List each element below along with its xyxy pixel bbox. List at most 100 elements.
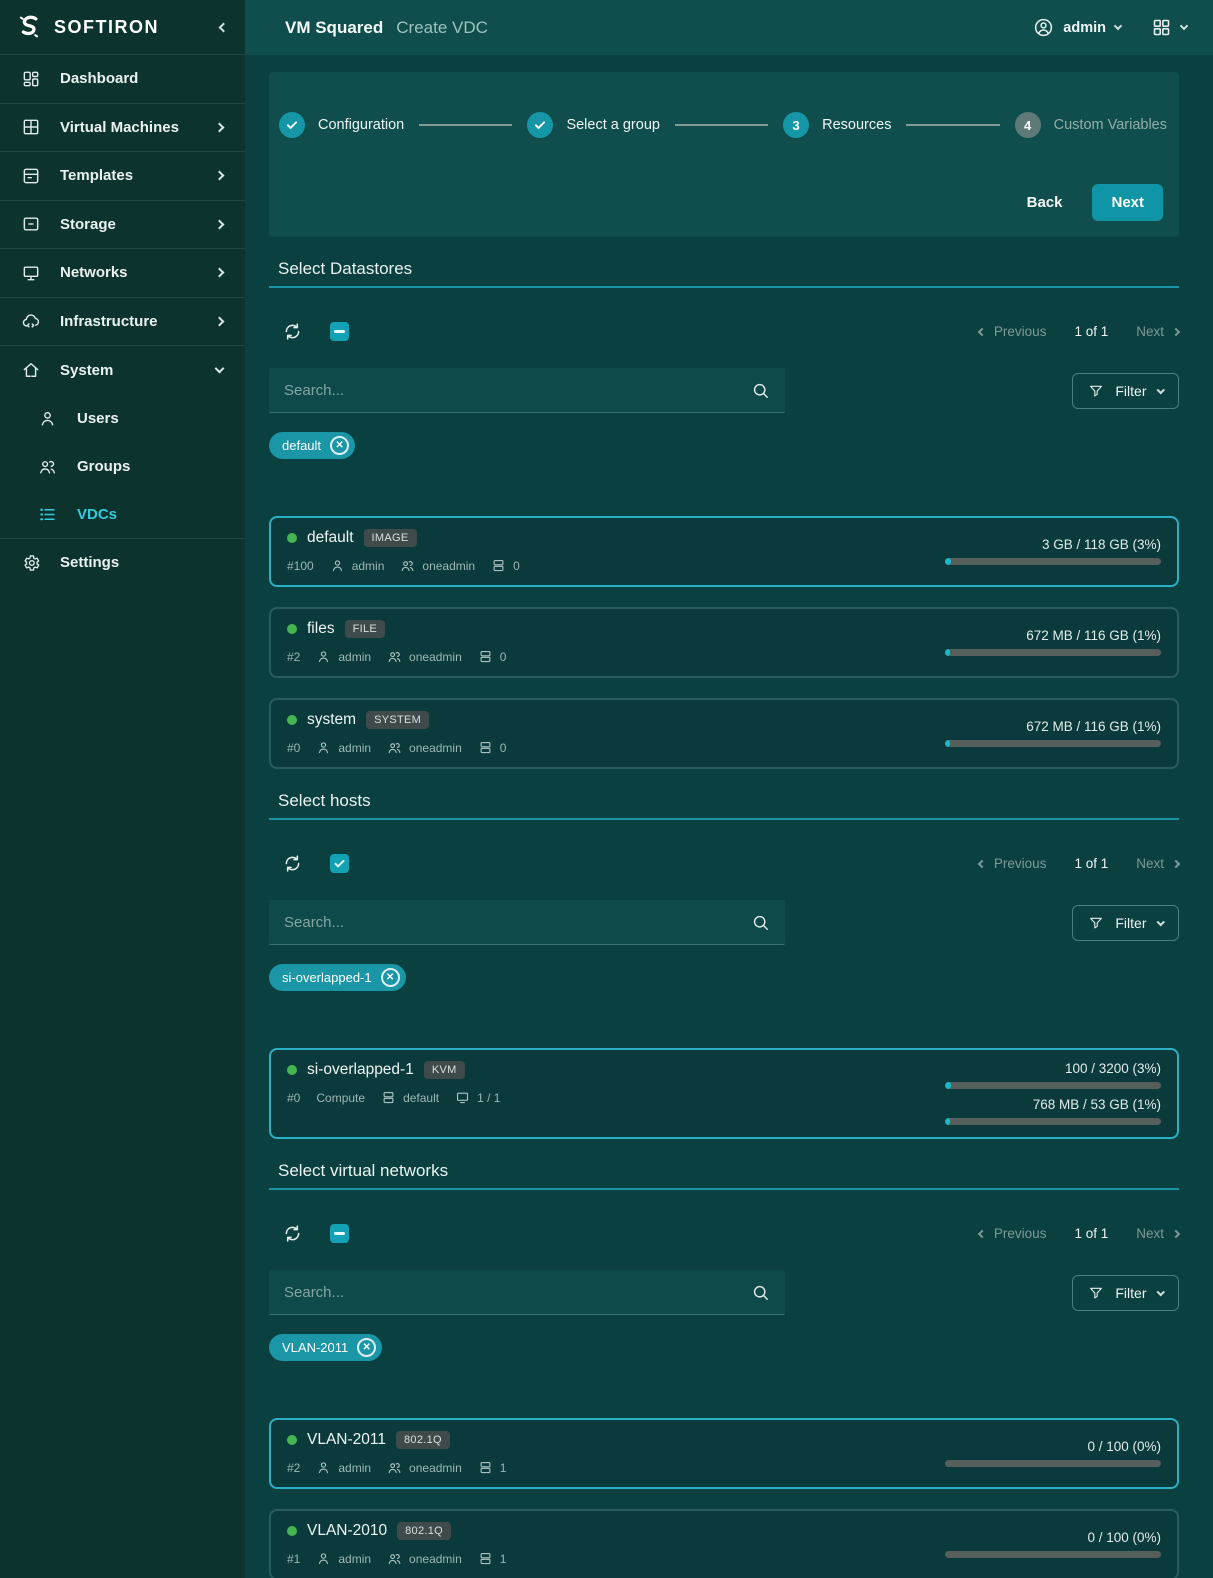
resource-row[interactable]: filesFILE#2adminoneadmin0672 MB / 116 GB… [269, 607, 1179, 678]
people-icon [387, 1551, 402, 1566]
system-icon [21, 360, 41, 380]
chip-close-icon[interactable]: ✕ [381, 968, 400, 987]
chevron-right-icon [1172, 327, 1180, 335]
next-button[interactable]: Next [1092, 184, 1163, 221]
row-meta: #2adminoneadmin1 [287, 1460, 506, 1475]
filter-button[interactable]: Filter [1072, 1275, 1179, 1311]
filter-icon [1088, 1285, 1104, 1301]
resource-row[interactable]: VLAN-2010802.1Q#1adminoneadmin10 / 100 (… [269, 1509, 1179, 1578]
type-badge: IMAGE [364, 529, 417, 547]
row-info: si-overlapped-1KVM#0Computedefault1 / 1 [287, 1061, 500, 1125]
refresh-icon [282, 321, 303, 342]
sidebar-item-infrastructure[interactable]: Infrastructure [0, 298, 245, 347]
select-all-checkbox[interactable] [330, 1224, 349, 1243]
meta-item: admin [316, 649, 371, 664]
meta-text: admin [352, 559, 385, 573]
usage-metric: 100 / 3200 (3%) [945, 1061, 1161, 1089]
next-page-button[interactable]: Next [1136, 324, 1179, 339]
usage-label: 3 GB / 118 GB (3%) [1042, 537, 1161, 552]
search-input[interactable] [284, 382, 751, 399]
meta-text: default [403, 1091, 439, 1105]
chip-close-icon[interactable]: ✕ [357, 1338, 376, 1357]
brand-row: SOFTIRON [0, 0, 245, 55]
page-content: Configuration Select a group 3 Resources… [245, 55, 1213, 1578]
progress-fill [945, 1082, 951, 1089]
progress-bar [945, 558, 1161, 565]
server-icon [478, 1551, 493, 1566]
sidebar-item-groups[interactable]: Groups [0, 443, 245, 491]
previous-page-button[interactable]: Previous [979, 856, 1047, 871]
back-button[interactable]: Back [1027, 194, 1063, 211]
next-page-button[interactable]: Next [1136, 856, 1179, 871]
refresh-button[interactable] [282, 321, 303, 342]
chevron-right-icon [215, 316, 225, 326]
filter-chip: VLAN-2011✕ [269, 1334, 382, 1361]
search-row: Filter [269, 900, 1179, 945]
resource-row[interactable]: defaultIMAGE#100adminoneadmin03 GB / 118… [269, 516, 1179, 587]
meta-item: 1 / 1 [455, 1090, 500, 1105]
chevron-right-icon [215, 122, 225, 132]
wizard-stepper-card: Configuration Select a group 3 Resources… [269, 72, 1179, 237]
progress-bar [945, 649, 1161, 656]
chevron-right-icon [215, 171, 225, 181]
usage-label: 672 MB / 116 GB (1%) [1026, 628, 1161, 643]
filter-button[interactable]: Filter [1072, 905, 1179, 941]
chevron-down-icon [1156, 918, 1164, 926]
section-toolbar: Previous1 of 1Next [269, 853, 1179, 874]
select-all-checkbox[interactable] [330, 322, 349, 341]
top-header: VM Squared Create VDC admin [245, 0, 1213, 55]
search-input[interactable] [284, 1284, 751, 1301]
users-icon [38, 457, 57, 476]
sidebar-item-system[interactable]: System [0, 346, 245, 395]
app-title: VM Squared [285, 18, 383, 38]
grid-icon [1151, 17, 1172, 38]
previous-label: Previous [994, 324, 1047, 339]
status-dot [287, 1065, 297, 1075]
user-menu[interactable]: admin [1033, 17, 1121, 38]
chevron-down-icon [1180, 22, 1188, 30]
people-icon [387, 649, 402, 664]
resource-row[interactable]: VLAN-2011802.1Q#2adminoneadmin10 / 100 (… [269, 1418, 1179, 1489]
apps-menu[interactable] [1151, 17, 1187, 38]
resource-row[interactable]: si-overlapped-1KVM#0Computedefault1 / 11… [269, 1048, 1179, 1139]
meta-text: 0 [500, 741, 507, 755]
sidebar-item-storage[interactable]: Storage [0, 201, 245, 250]
filter-label: Filter [1115, 915, 1146, 931]
sidebar-collapse-icon[interactable] [219, 22, 229, 32]
sidebar-item-templates[interactable]: Templates [0, 152, 245, 201]
meta-item: #0 [287, 1091, 300, 1105]
select-all-checkbox[interactable] [330, 854, 349, 873]
sidebar-item-networks[interactable]: Networks [0, 249, 245, 298]
row-meta: #2adminoneadmin0 [287, 649, 506, 664]
progress-bar [945, 740, 1161, 747]
next-page-button[interactable]: Next [1136, 1226, 1179, 1241]
sidebar-item-dashboard[interactable]: Dashboard [0, 55, 245, 104]
row-usage: 0 / 100 (0%) [945, 1522, 1161, 1566]
row-meta: #100adminoneadmin0 [287, 558, 520, 573]
chip-close-icon[interactable]: ✕ [330, 436, 349, 455]
progress-bar [945, 1082, 1161, 1089]
sidebar-item-settings[interactable]: Settings [0, 539, 245, 588]
chevron-right-icon [215, 268, 225, 278]
chevron-right-icon [1172, 1229, 1180, 1237]
meta-item: default [381, 1090, 439, 1105]
search-input[interactable] [284, 914, 751, 931]
sidebar-item-label: VDCs [77, 506, 117, 523]
status-dot [287, 715, 297, 725]
sidebar-item-users[interactable]: Users [0, 395, 245, 443]
previous-page-button[interactable]: Previous [979, 1226, 1047, 1241]
filter-button[interactable]: Filter [1072, 373, 1179, 409]
row-name-line: VLAN-2011802.1Q [287, 1431, 506, 1449]
refresh-button[interactable] [282, 1223, 303, 1244]
filter-label: Filter [1115, 383, 1146, 399]
resource-name: VLAN-2010 [307, 1522, 387, 1540]
sidebar-item-virtual-machines[interactable]: Virtual Machines [0, 104, 245, 153]
type-badge: KVM [424, 1061, 465, 1079]
previous-page-button[interactable]: Previous [979, 324, 1047, 339]
usage-metric: 768 MB / 53 GB (1%) [945, 1097, 1161, 1125]
filter-chips: VLAN-2011✕ [269, 1334, 1179, 1361]
sidebar-item-vdcs[interactable]: VDCs [0, 491, 245, 539]
server-icon [478, 740, 493, 755]
refresh-button[interactable] [282, 853, 303, 874]
resource-row[interactable]: systemSYSTEM#0adminoneadmin0672 MB / 116… [269, 698, 1179, 769]
